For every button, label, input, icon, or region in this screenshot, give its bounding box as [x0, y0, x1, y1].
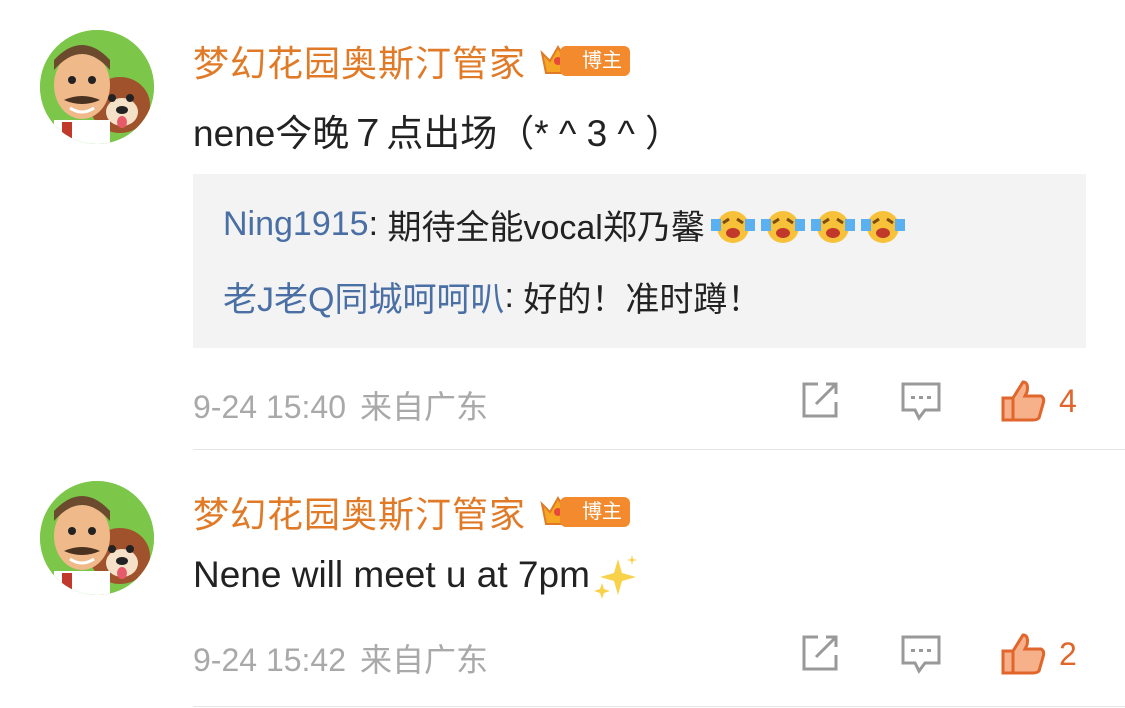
share-button[interactable]	[798, 378, 842, 427]
divider	[193, 706, 1125, 707]
timestamp: 9-24 15:40	[193, 389, 347, 425]
reply-text: 期待全能vocal郑乃馨	[387, 209, 705, 247]
username[interactable]: 梦幻花园奥斯汀管家	[193, 486, 526, 538]
like-button[interactable]: 4	[999, 378, 1077, 424]
username[interactable]: 梦幻花园奥斯汀管家	[193, 35, 526, 87]
crying-laugh-emoji-icon	[760, 210, 805, 243]
reply-item[interactable]: 老J老Q同城呵呵叭 : 好的！准时蹲！	[223, 272, 761, 321]
badge-label: 博主	[560, 46, 631, 76]
blogger-badge: 博主	[538, 41, 631, 81]
like-button[interactable]: 2	[999, 631, 1077, 677]
reply-button[interactable]	[899, 378, 943, 427]
location: 来自广东	[360, 642, 489, 678]
share-button[interactable]	[798, 631, 842, 680]
comment-meta: 9-24 15:42 来自广东	[193, 635, 502, 681]
comment-icon	[901, 635, 941, 674]
reply-item[interactable]: Ning1915 : 期待全能vocal郑乃馨	[223, 200, 905, 249]
avatar[interactable]	[40, 481, 154, 595]
timestamp: 9-24 15:42	[193, 642, 347, 678]
blogger-badge: 博主	[538, 492, 631, 532]
comment-text: Nene will meet u at 7pm	[193, 553, 640, 601]
share-icon	[802, 635, 838, 671]
comment-footer: 9-24 15:40 来自广东 4	[193, 378, 1125, 425]
reply-separator: :	[504, 277, 524, 315]
share-icon	[802, 382, 838, 418]
replies-box[interactable]: Ning1915 : 期待全能vocal郑乃馨 老J老Q同城呵呵叭 : 好的！准…	[193, 174, 1086, 348]
comment-text-body: Nene will meet u at 7pm	[193, 553, 590, 595]
comment-item: 梦幻花园奥斯汀管家 博主 Nene will meet u at 7pm 9-2…	[0, 451, 1125, 708]
comment-meta: 9-24 15:40 来自广东	[193, 382, 502, 428]
reply-username[interactable]: 老J老Q同城呵呵叭	[223, 272, 504, 321]
sparkles-emoji-icon	[593, 555, 637, 599]
thumbs-up-icon	[1001, 380, 1046, 422]
crying-laugh-emoji-icon	[810, 210, 855, 243]
name-row: 梦幻花园奥斯汀管家 博主	[193, 35, 631, 87]
reply-button[interactable]	[899, 631, 943, 680]
badge-label: 博主	[560, 497, 631, 527]
comment-item: 梦幻花园奥斯汀管家 博主 nene今晚７点出场（* ^ 3 ^ ） Ning19…	[0, 0, 1125, 450]
comment-footer: 9-24 15:42 来自广东 2	[193, 631, 1125, 678]
comment-icon	[901, 382, 941, 421]
divider	[193, 449, 1125, 450]
location: 来自广东	[360, 389, 489, 425]
crying-laugh-emoji-icon	[860, 210, 905, 243]
avatar[interactable]	[40, 30, 154, 144]
thumbs-up-icon	[1001, 633, 1046, 675]
reply-separator: :	[368, 205, 388, 243]
name-row: 梦幻花园奥斯汀管家 博主	[193, 486, 631, 538]
reply-username[interactable]: Ning1915	[223, 205, 369, 244]
comment-text: nene今晚７点出场（* ^ 3 ^ ）	[193, 113, 683, 154]
reply-text: 好的！准时蹲！	[523, 281, 762, 319]
like-count: 2	[1059, 635, 1077, 672]
like-count: 4	[1059, 382, 1077, 419]
crying-laugh-emoji-icon	[710, 210, 755, 243]
